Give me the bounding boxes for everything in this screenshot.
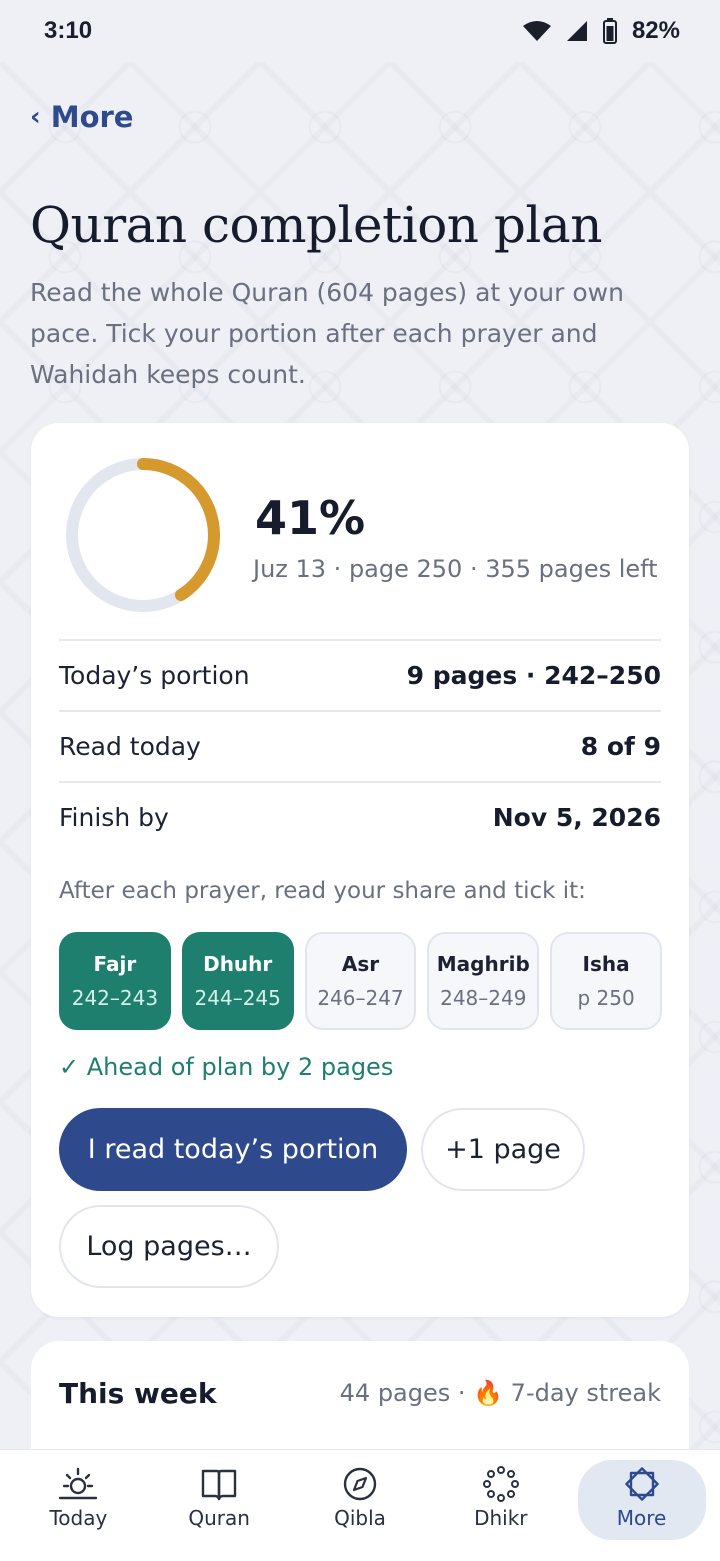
tab-quran[interactable]: Quran xyxy=(155,1460,283,1540)
sun-icon xyxy=(59,1467,98,1500)
prayer-maghrib-toggle[interactable]: Maghrib 248–249 xyxy=(427,932,540,1030)
tab-label: Qibla xyxy=(334,1506,386,1530)
tab-label: Dhikr xyxy=(474,1506,528,1530)
tab-qibla[interactable]: Qibla xyxy=(296,1460,424,1540)
week-summary: 44 pages · 🔥 7-day streak xyxy=(339,1379,661,1407)
prayer-dhuhr-toggle[interactable]: Dhuhr 244–245 xyxy=(181,932,294,1030)
prayer-range: 242–243 xyxy=(71,986,159,1010)
add-one-page-button[interactable]: +1 page xyxy=(421,1108,585,1191)
signal-icon xyxy=(566,21,587,41)
page-subtitle: Read the whole Quran (604 pages) at your… xyxy=(30,278,624,389)
tab-dhikr[interactable]: Dhikr xyxy=(437,1460,565,1540)
battery-icon xyxy=(602,18,617,44)
prayer-name: Asr xyxy=(341,952,380,976)
tab-today[interactable]: Today xyxy=(14,1460,142,1540)
progress-percent: 41% xyxy=(255,491,366,545)
stat-value: 9 pages · 242–250 xyxy=(406,661,661,690)
prayer-range: 248–249 xyxy=(440,986,527,1010)
stat-label: Finish by xyxy=(59,803,169,832)
compass-icon xyxy=(343,1467,377,1501)
prayer-asr-toggle[interactable]: Asr 246–247 xyxy=(304,932,417,1030)
back-label: More xyxy=(50,100,134,134)
plan-card: 41% Juz 13 · page 250 · 355 pages left T… xyxy=(31,423,689,1317)
prayer-name: Maghrib xyxy=(436,952,530,976)
prayer-checklist: Fajr 242–243 Dhuhr 244–245 Asr 246–247 M… xyxy=(59,932,662,1030)
status-bar: 3:10 82% xyxy=(0,0,720,62)
prayer-name: Isha xyxy=(582,952,630,976)
tab-more[interactable]: More xyxy=(577,1460,706,1540)
prayer-range: 246–247 xyxy=(317,986,404,1010)
week-title: This week xyxy=(59,1377,217,1410)
stat-row-portion: Today’s portion 9 pages · 242–250 xyxy=(59,639,661,710)
tab-label: Today xyxy=(49,1506,108,1530)
tab-label: More xyxy=(616,1506,667,1530)
wifi-icon xyxy=(522,21,551,41)
star-icon xyxy=(624,1467,659,1501)
prayers-heading: After each prayer, read your share and t… xyxy=(59,878,586,904)
prayer-fajr-toggle[interactable]: Fajr 242–243 xyxy=(59,932,171,1030)
prayer-isha-toggle[interactable]: Isha p 250 xyxy=(550,932,662,1030)
chevron-left-icon: ‹ xyxy=(30,102,41,132)
read-portion-button[interactable]: I read today’s portion xyxy=(59,1108,407,1191)
prayer-range: 244–245 xyxy=(194,986,281,1010)
stat-label: Today’s portion xyxy=(59,661,250,690)
status-time: 3:10 xyxy=(44,17,93,44)
bottom-tab-bar: Today Quran Qibla Dhikr More xyxy=(0,1449,720,1561)
stat-row-read-today: Read today 8 of 9 xyxy=(59,710,661,781)
page-title: Quran completion plan xyxy=(30,196,602,254)
back-button[interactable]: ‹ More xyxy=(30,100,133,134)
progress-location: Juz 13 · page 250 · 355 pages left xyxy=(253,555,658,583)
prayer-range: p 250 xyxy=(577,986,635,1010)
stat-row-finish-by: Finish by Nov 5, 2026 xyxy=(59,781,661,852)
ahead-status: ✓ Ahead of plan by 2 pages xyxy=(59,1053,394,1081)
beads-icon xyxy=(482,1466,519,1502)
tab-label: Quran xyxy=(188,1506,250,1530)
book-icon xyxy=(201,1469,237,1501)
battery-percent: 82% xyxy=(631,17,680,44)
prayer-name: Dhuhr xyxy=(203,952,273,976)
status-icons: 82% xyxy=(522,17,680,45)
prayer-name: Fajr xyxy=(93,952,137,976)
progress-ring xyxy=(66,458,220,612)
log-pages-button[interactable]: Log pages… xyxy=(59,1205,279,1288)
stat-value: Nov 5, 2026 xyxy=(492,803,661,832)
stat-value: 8 of 9 xyxy=(580,732,661,761)
stat-label: Read today xyxy=(59,732,201,761)
